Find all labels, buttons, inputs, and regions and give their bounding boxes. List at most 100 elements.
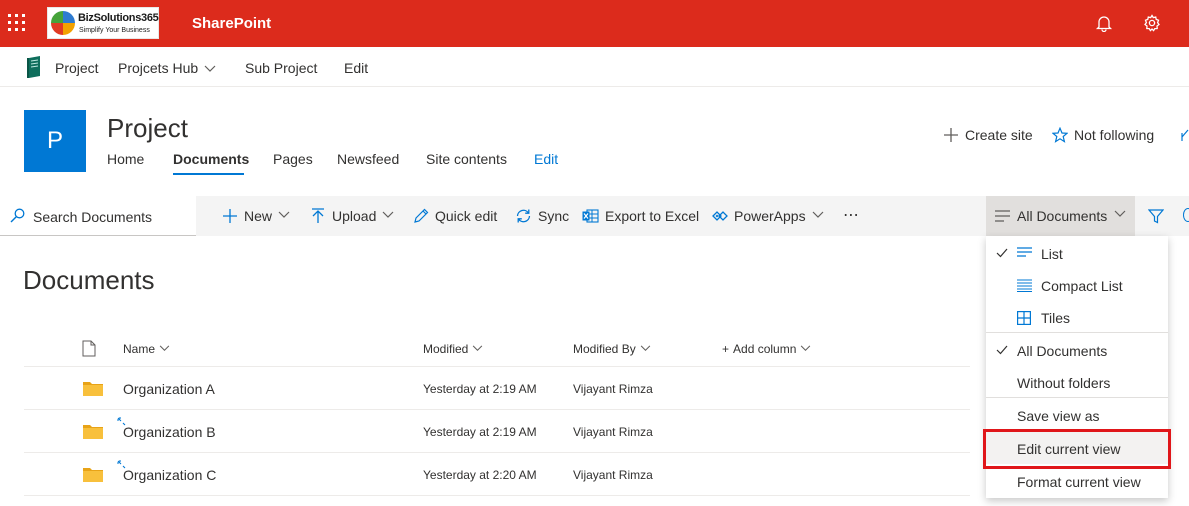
menu-item-list[interactable]: List	[986, 237, 1168, 269]
new-button-label: New	[244, 208, 273, 224]
powerapps-button[interactable]: PowerApps	[712, 208, 824, 224]
menu-item-without-folders[interactable]: Without folders	[986, 366, 1168, 398]
info-pane-icon[interactable]	[1183, 208, 1189, 222]
chevron-down-icon	[812, 211, 824, 218]
menu-item-save-view-as-label: Save view as	[1017, 408, 1100, 424]
site-nav-documents[interactable]: Documents	[173, 151, 249, 167]
chevron-down-icon	[159, 345, 170, 351]
chevron-down-icon	[278, 211, 290, 218]
folder-icon	[83, 425, 103, 439]
brand-logo-mark-icon	[51, 11, 75, 35]
table-row[interactable]: Organization B Yesterday at 2:19 AM Vija…	[24, 410, 970, 453]
chevron-down-icon	[473, 345, 483, 351]
item-modified-by[interactable]: Vijayant Rimza	[573, 468, 653, 482]
hub-nav-edit[interactable]: Edit	[344, 60, 368, 76]
annotation-highlight-box	[983, 429, 1171, 469]
menu-item-all-documents-label: All Documents	[1017, 343, 1108, 359]
view-selector-button[interactable]: All Documents	[986, 196, 1135, 236]
add-column-label: Add column	[733, 342, 797, 356]
site-title[interactable]: Project	[107, 113, 188, 144]
site-nav-home[interactable]: Home	[107, 151, 144, 167]
search-input[interactable]: Search Documents	[33, 209, 152, 225]
list-view-icon	[995, 210, 1010, 222]
follow-label: Not following	[1074, 127, 1155, 143]
column-header-name-label: Name	[123, 342, 156, 356]
menu-item-all-documents[interactable]: All Documents	[986, 334, 1168, 366]
table-row[interactable]: Organization A Yesterday at 2:19 AM Vija…	[24, 367, 970, 410]
chevron-down-icon	[382, 211, 394, 218]
export-to-excel-label: Export to Excel	[605, 208, 700, 224]
folder-icon	[83, 468, 103, 482]
menu-item-compact-list[interactable]: Compact List	[986, 269, 1168, 301]
suite-bar: BizSolutions365 Simplify Your Business S…	[0, 0, 1189, 47]
star-outline-icon	[1052, 127, 1068, 143]
create-site-button[interactable]: Create site	[943, 127, 1033, 143]
item-name[interactable]: Organization B	[123, 424, 216, 440]
column-header-modified-by-label: Modified By	[573, 342, 636, 356]
table-row[interactable]: Organization C Yesterday at 2:20 AM Vija…	[24, 453, 970, 496]
brand-name: BizSolutions365	[78, 12, 159, 24]
sync-label: Sync	[538, 208, 570, 224]
more-commands-button[interactable]: ⋯	[843, 205, 859, 225]
site-nav-site-contents[interactable]: Site contents	[426, 151, 507, 167]
checkmark-icon	[996, 345, 1008, 355]
site-logo[interactable]: P	[24, 110, 86, 172]
quick-edit-label: Quick edit	[435, 208, 498, 224]
excel-icon	[582, 209, 599, 223]
notifications-bell-icon[interactable]	[1095, 14, 1113, 32]
item-name[interactable]: Organization C	[123, 467, 216, 483]
settings-gear-icon[interactable]	[1143, 14, 1161, 32]
menu-divider	[986, 397, 1168, 398]
tiles-icon	[1017, 311, 1031, 325]
item-name[interactable]: Organization A	[123, 381, 215, 397]
chevron-down-icon	[801, 345, 811, 351]
folder-icon	[83, 382, 103, 396]
pencil-icon	[414, 208, 429, 223]
hub-site-name[interactable]: Project	[55, 60, 99, 76]
brand-tagline: Simplify Your Business	[79, 27, 150, 34]
menu-item-compact-list-label: Compact List	[1041, 278, 1123, 294]
column-header-name[interactable]: Name	[123, 342, 170, 356]
powerapps-label: PowerApps	[734, 208, 806, 224]
item-modified-by[interactable]: Vijayant Rimza	[573, 382, 653, 396]
sync-icon	[516, 209, 531, 223]
chevron-down-icon	[1114, 210, 1126, 217]
new-button[interactable]: New	[222, 208, 290, 224]
site-nav-pages[interactable]: Pages	[273, 151, 313, 167]
sync-button[interactable]: Sync	[515, 208, 569, 224]
export-to-excel-button[interactable]: Export to Excel	[582, 208, 699, 224]
upload-button[interactable]: Upload	[310, 208, 394, 224]
hub-nav-sub-project[interactable]: Sub Project	[245, 60, 317, 76]
item-modified-by[interactable]: Vijayant Rimza	[573, 425, 653, 439]
hub-nav-projects-hub-label: Projcets Hub	[118, 60, 199, 76]
app-name[interactable]: SharePoint	[192, 15, 271, 32]
menu-item-format-current-view-label: Format current view	[1017, 474, 1141, 490]
file-type-icon[interactable]	[82, 340, 96, 357]
site-nav-newsfeed[interactable]: Newsfeed	[337, 151, 399, 167]
column-header-modified-by[interactable]: Modified By	[573, 342, 651, 356]
item-modified: Yesterday at 2:19 AM	[423, 425, 537, 439]
list-icon	[1017, 247, 1032, 257]
app-launcher-icon[interactable]	[5, 11, 29, 35]
menu-item-tiles[interactable]: Tiles	[986, 301, 1168, 333]
library-heading: Documents	[23, 265, 155, 295]
checkmark-icon	[996, 248, 1008, 258]
powerapps-icon	[712, 211, 728, 221]
plus-icon	[223, 209, 237, 223]
column-header-modified[interactable]: Modified	[423, 342, 483, 356]
filter-icon[interactable]	[1148, 208, 1164, 224]
menu-item-format-current-view[interactable]: Format current view	[986, 465, 1168, 497]
search-box[interactable]: Search Documents	[0, 196, 196, 236]
brand-logo[interactable]: BizSolutions365 Simplify Your Business	[47, 7, 159, 39]
menu-item-tiles-label: Tiles	[1041, 310, 1071, 326]
follow-button[interactable]: Not following	[1052, 127, 1154, 143]
add-column-button[interactable]: + Add column	[722, 342, 811, 356]
menu-divider	[986, 332, 1168, 333]
menu-item-save-view-as[interactable]: Save view as	[986, 399, 1168, 431]
site-nav-edit-link[interactable]: Edit	[534, 151, 558, 167]
share-icon[interactable]	[1181, 127, 1189, 143]
hub-nav-projects-hub[interactable]: Projcets Hub	[118, 60, 216, 76]
quick-edit-button[interactable]: Quick edit	[413, 208, 497, 224]
view-selector-label: All Documents	[1017, 208, 1108, 224]
active-nav-indicator	[173, 173, 244, 175]
